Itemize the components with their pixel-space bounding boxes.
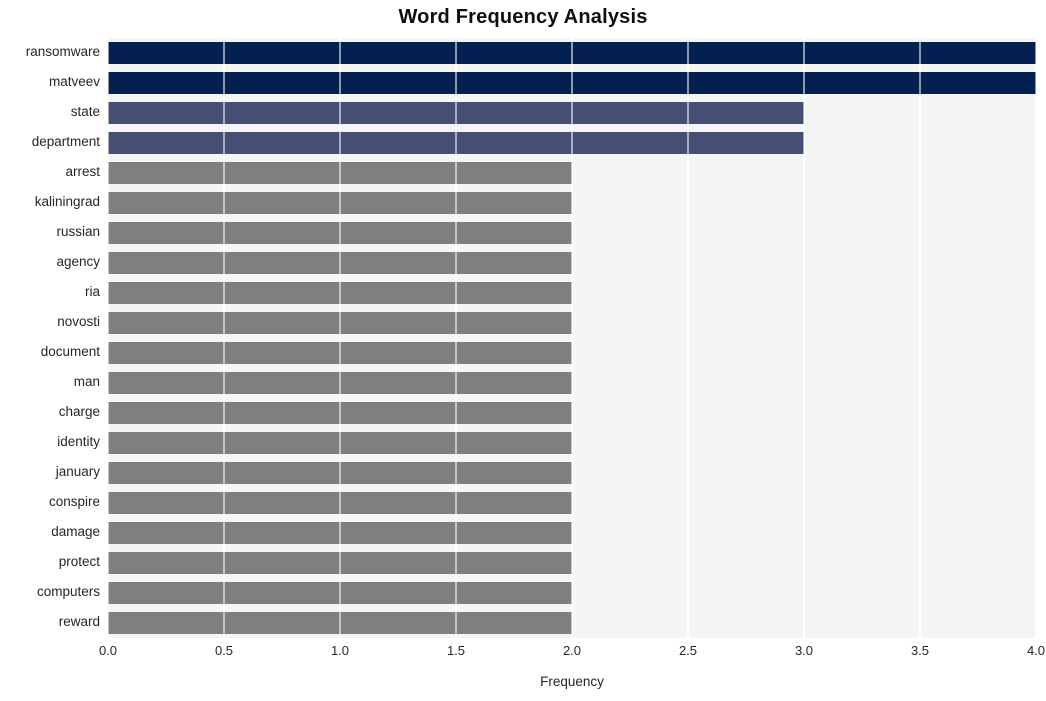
bar [108, 192, 572, 214]
bar [108, 492, 572, 514]
x-axis-tick-label: 3.0 [794, 643, 814, 658]
bar [108, 462, 572, 484]
y-axis-tick-label: man [73, 374, 100, 389]
y-axis-tick-label: computers [36, 584, 100, 599]
gridline [339, 38, 341, 638]
gridline [687, 38, 689, 638]
x-axis-tick-label: 2.0 [562, 643, 582, 658]
y-axis-tick-label: reward [58, 614, 100, 629]
y-axis-tick-label: russian [56, 224, 100, 239]
y-axis-tick-label: agency [56, 254, 100, 269]
page-title: Word Frequency Analysis [398, 6, 648, 28]
x-axis-tick-label: 0.0 [98, 643, 118, 658]
y-axis-tick-label: state [70, 104, 100, 119]
y-axis-tick-label: conspire [48, 494, 100, 509]
bar [108, 312, 572, 334]
bar [108, 582, 572, 604]
y-axis-tick-label: january [55, 464, 100, 479]
x-axis-tick-label: 1.0 [330, 643, 350, 658]
gridline [803, 38, 805, 638]
bar [108, 522, 572, 544]
y-axis-tick-label: kaliningrad [34, 194, 100, 209]
bar [108, 222, 572, 244]
gridline [455, 38, 457, 638]
x-axis-label: Frequency [540, 674, 604, 689]
x-axis-tick-label: 2.5 [678, 643, 698, 658]
y-axis-tick-label: department [31, 134, 100, 149]
gridline [571, 38, 573, 638]
x-axis-tick-label: 4.0 [1026, 643, 1046, 658]
gridline [108, 38, 109, 638]
bar [108, 102, 804, 124]
bar [108, 252, 572, 274]
plot-area [108, 38, 1036, 638]
gridline [223, 38, 225, 638]
bar [108, 162, 572, 184]
y-axis-tick-label: novosti [57, 314, 100, 329]
y-axis-tick-label: matveev [48, 74, 100, 89]
y-axis-tick-label: ria [84, 284, 100, 299]
x-axis-tick-label: 0.5 [214, 643, 234, 658]
y-axis-tick-label: charge [58, 404, 100, 419]
x-axis-tick-label: 1.5 [446, 643, 466, 658]
bar [108, 402, 572, 424]
x-axis-tick-label: 3.5 [910, 643, 930, 658]
gridline [1035, 38, 1036, 638]
bar [108, 282, 572, 304]
y-axis-tick-labels: ransomware matveev state department arrest ka… [0, 38, 108, 638]
x-axis-tick-labels: 0.0 0.5 1.0 1.5 2.0 2.5 3.0 3.5 4.0 [99, 643, 1045, 665]
bar [108, 372, 572, 394]
bar [108, 72, 1036, 94]
chart-figure: Word Frequency Analysis ransomware matvee… [0, 0, 1046, 701]
bar [108, 612, 572, 634]
bar [108, 132, 804, 154]
bar [108, 432, 572, 454]
y-axis-tick-label: arrest [65, 164, 100, 179]
bar [108, 42, 1036, 64]
y-axis-tick-label: document [40, 344, 100, 359]
bar [108, 342, 572, 364]
y-axis-tick-label: identity [57, 434, 100, 449]
y-axis-tick-label: ransomware [25, 44, 100, 59]
y-axis-tick-label: damage [51, 524, 100, 539]
bar [108, 552, 572, 574]
y-axis-tick-label: protect [58, 554, 100, 569]
gridline [919, 38, 921, 638]
